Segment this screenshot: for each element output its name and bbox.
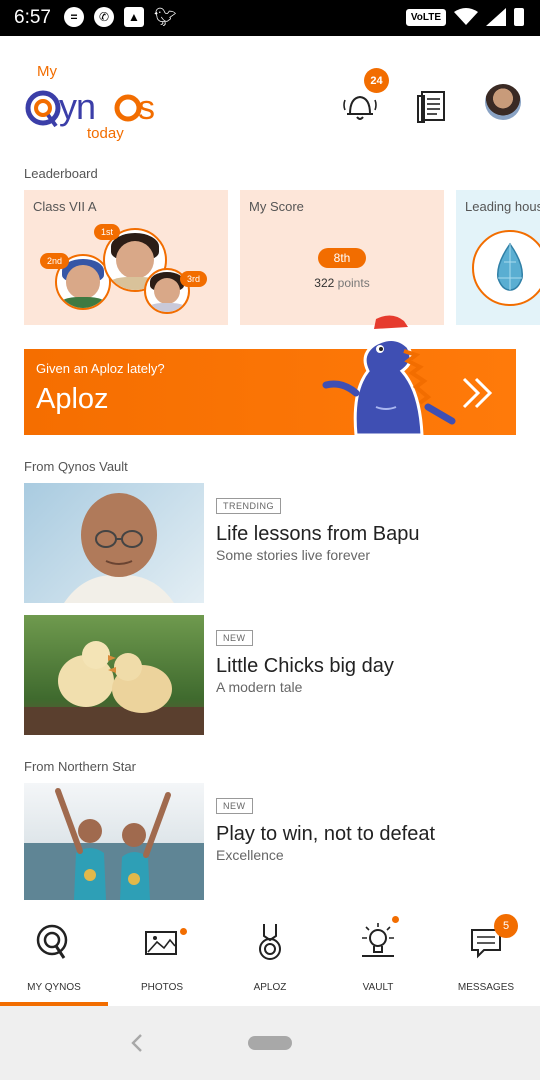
nav-label: APLOZ: [253, 982, 287, 993]
photos-icon: [145, 931, 177, 955]
house-card-title: Leading hous: [465, 199, 540, 214]
nav-label: MY QYNOS: [27, 982, 81, 993]
back-chevron-icon[interactable]: [128, 1032, 146, 1054]
chevron-right-double-icon: [462, 377, 493, 409]
article-tag: NEW: [216, 798, 253, 814]
twitter-icon: 🐦︎: [154, 7, 177, 27]
profile-avatar[interactable]: [485, 84, 521, 120]
article-card-play-to-win[interactable]: NEW Play to win, not to defeat Excellenc…: [24, 783, 516, 900]
signal-icon: [486, 8, 506, 26]
whatsapp-icon: ✆: [94, 7, 114, 27]
article-subtitle: Excellence: [216, 847, 284, 863]
dinosaur-mascot-illustration: [322, 315, 456, 435]
article-tag: TRENDING: [216, 498, 281, 514]
photos-new-dot: [180, 928, 187, 935]
article-card-bapu[interactable]: TRENDING Life lessons from Bapu Some sto…: [24, 483, 516, 603]
article-card-chicks[interactable]: NEW Little Chicks big day A modern tale: [24, 615, 516, 735]
article-subtitle: A modern tale: [216, 679, 303, 695]
svg-text:yn: yn: [59, 86, 95, 127]
northern-star-heading: From Northern Star: [24, 759, 136, 774]
house-gem-emblem: [472, 230, 540, 306]
leaderboard-heading: Leaderboard: [24, 166, 98, 181]
app-header: My yn s today 24: [0, 36, 540, 156]
home-pill-button[interactable]: [248, 1036, 292, 1050]
nav-label: MESSAGES: [457, 982, 515, 993]
rank-pill: 8th: [318, 248, 366, 268]
points-line: 322 points: [240, 276, 444, 290]
bottom-navigation: MY QYNOS PHOTOS APLOZ VAULT MESSAGES: [0, 900, 540, 1006]
second-place-badge: 2nd: [40, 253, 70, 269]
nav-label: PHOTOS: [140, 982, 184, 993]
battery-icon: [514, 8, 524, 26]
article-subtitle: Some stories live forever: [216, 547, 371, 563]
class-leaderboard-card[interactable]: Class VII A 1st 2nd 3rd: [24, 190, 228, 325]
my-score-card[interactable]: My Score 8th 322 points: [240, 190, 444, 325]
chicks-thumbnail: [24, 615, 204, 735]
nav-tab-messages[interactable]: MESSAGES: [432, 900, 540, 1006]
nav-tab-aploz[interactable]: APLOZ: [216, 900, 324, 1006]
svg-text:My: My: [37, 63, 57, 80]
wifi-icon: [454, 8, 478, 25]
my-qynos-today-logo[interactable]: My yn s today: [24, 62, 169, 144]
system-navigation-bar: [0, 1006, 540, 1080]
status-right: VoLTE: [405, 8, 524, 26]
messages-count-badge: 5: [494, 914, 518, 938]
gallery-icon: ▲: [124, 7, 144, 27]
nav-tab-photos[interactable]: PHOTOS: [108, 900, 216, 1006]
third-place-badge: 3rd: [180, 271, 208, 287]
qynos-logo-icon: [36, 924, 68, 959]
points-value: 322: [314, 276, 335, 290]
bapu-thumbnail: [24, 483, 204, 603]
scroll-document-icon[interactable]: [412, 86, 452, 126]
volte-badge: VoLTE: [405, 8, 446, 26]
notification-count-badge: 24: [364, 68, 389, 93]
gem-icon: [497, 242, 523, 291]
article-title: Life lessons from Bapu: [216, 523, 420, 545]
aploz-banner-title: Aploz: [36, 383, 109, 415]
svg-text:s: s: [138, 89, 155, 127]
status-time: 6:57: [14, 7, 51, 28]
vault-new-dot: [392, 916, 399, 923]
article-title: Little Chicks big day: [216, 655, 394, 677]
article-tag: NEW: [216, 630, 253, 646]
play-to-win-thumbnail: [24, 783, 204, 900]
status-bar: 6:57 = ✆ ▲ 🐦︎ VoLTE: [0, 0, 540, 36]
leading-house-card[interactable]: Leading hous: [456, 190, 540, 325]
vault-heading: From Qynos Vault: [24, 459, 128, 474]
first-place-badge: 1st: [94, 224, 121, 240]
nav-tab-my-qynos[interactable]: MY QYNOS: [0, 900, 108, 1006]
svg-text:today: today: [87, 125, 124, 142]
nav-tab-vault[interactable]: VAULT: [324, 900, 432, 1006]
article-title: Play to win, not to defeat: [216, 823, 436, 845]
medal-icon: [259, 924, 281, 960]
class-card-title: Class VII A: [33, 199, 97, 214]
message-icon: =: [64, 7, 84, 27]
points-unit: points: [337, 276, 370, 290]
score-card-title: My Score: [249, 199, 304, 214]
aploz-banner-subtitle: Given an Aploz lately?: [36, 361, 165, 376]
aploz-banner[interactable]: Given an Aploz lately? Aploz: [24, 315, 516, 435]
status-notification-icons: = ✆ ▲ 🐦︎: [64, 7, 177, 28]
lightbulb-icon: [362, 923, 394, 957]
nav-label: VAULT: [362, 982, 394, 993]
